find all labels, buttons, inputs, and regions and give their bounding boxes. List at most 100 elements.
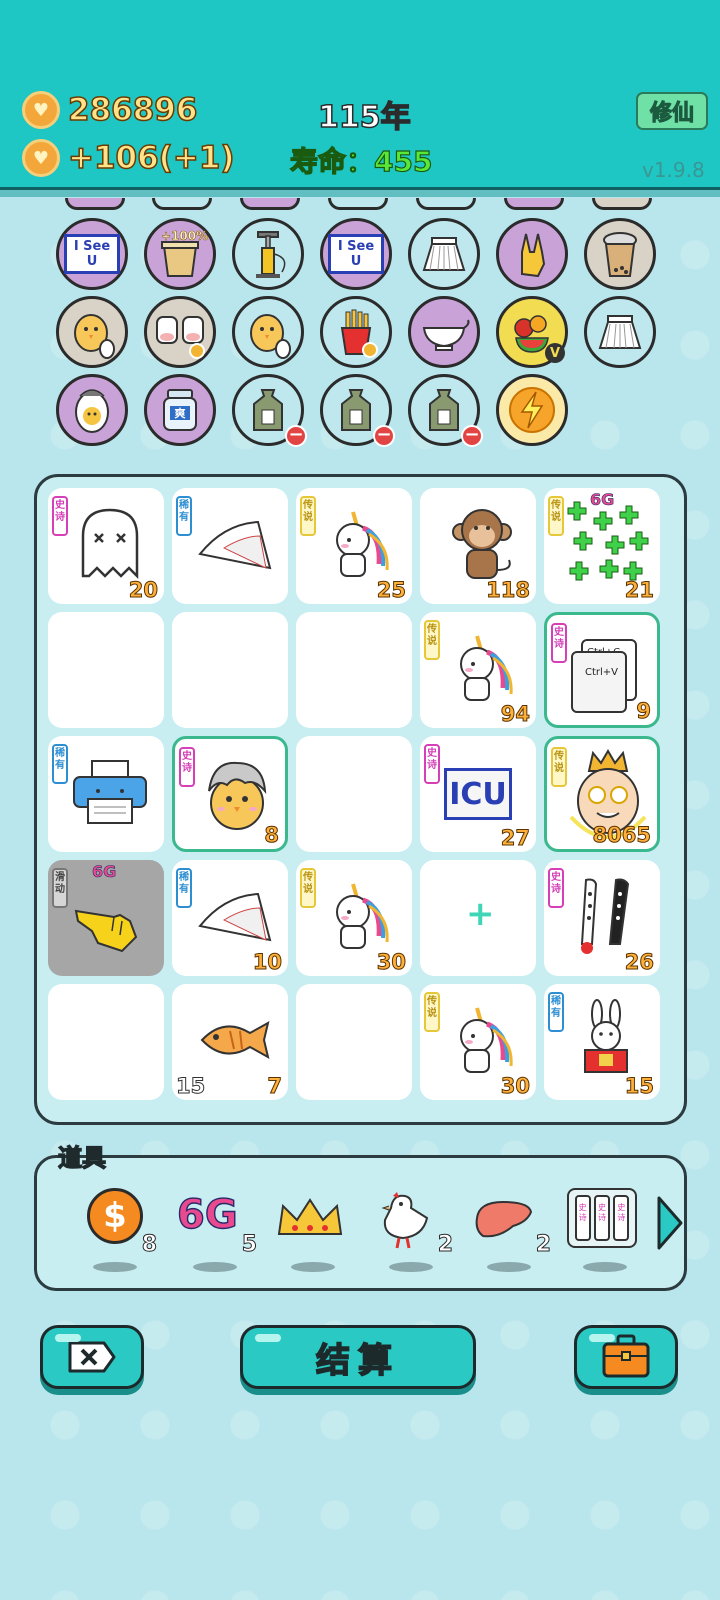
board-cell[interactable]: 传说 6G 21 [544,488,660,604]
board-cell-add[interactable]: + [420,860,536,976]
lifespan: 寿命：455 [289,144,433,178]
remove-badge[interactable]: − [461,425,483,447]
board-cell[interactable]: 传说 94 [420,612,536,728]
owned-item-gravy-boat[interactable] [408,296,480,368]
skirt-icon [422,237,466,271]
board-cell[interactable]: 稀有 [48,736,164,852]
prop-dollar-coin[interactable]: $ 8 [77,1188,158,1278]
bubble-tea-icon [603,232,637,277]
owned-item-iseeu[interactable]: I See U [56,218,128,290]
owned-item-egg-face[interactable] [56,374,128,446]
owned-item-trash-bag-3[interactable]: − [408,374,483,447]
pigeon-icon [381,1192,429,1249]
settle-button[interactable]: 结算 [240,1325,476,1389]
item-count: 10 [252,950,282,975]
close-button[interactable] [40,1325,144,1389]
jar-label: 爽 [175,406,186,420]
owned-item-jar[interactable]: 爽 [144,374,216,446]
pump-icon [256,231,286,278]
board-cell-empty[interactable] [296,736,412,852]
board-cell[interactable]: 稀有 [172,488,288,604]
owned-item-chick-egg[interactable] [56,296,128,368]
rarity-tag-legend: 传说 [300,496,316,536]
board-cell[interactable]: 史诗 26 [544,860,660,976]
year-counter: 115年 [317,99,411,136]
item-count: 20 [128,578,158,603]
board-cell-empty[interactable] [48,984,164,1100]
cow-twins-icon [156,316,205,359]
board-cell[interactable]: 史诗 20 [48,488,164,604]
board-cell[interactable]: 传说 30 [420,984,536,1100]
gravy-boat-icon [422,319,470,351]
props-bar: $ 8 6G 5 2 2 史诗 史诗 史诗 [34,1155,687,1291]
board-cell-empty[interactable] [296,612,412,728]
board-cell-empty[interactable] [172,612,288,728]
owned-item-skirt[interactable] [408,218,480,290]
item-count: 30 [500,1074,530,1099]
rarity-tag-epic: 史诗 [179,747,195,787]
board-cell[interactable]: 传说 30 [296,860,412,976]
board-cell-empty[interactable] [48,612,164,728]
prop-shadow [583,1262,627,1272]
owned-item-chick-egg-2[interactable] [232,296,304,368]
remove-badge[interactable]: − [373,425,395,447]
prop-shadow [93,1262,137,1272]
board-cell[interactable]: 15 7 [172,984,288,1100]
rock-hand-icon [521,233,546,278]
prop-shadow [291,1262,335,1272]
board-cell[interactable]: 稀有 15 [544,984,660,1100]
props-next-arrow[interactable] [655,1194,685,1252]
owned-item-rock-hand[interactable] [496,218,568,290]
card-tag: 史诗 [593,1195,610,1241]
rarity-tag-rare: 稀有 [52,744,68,784]
prop-liver[interactable]: 2 [471,1188,552,1278]
owned-items-strip[interactable]: I See U +100% I See U V 爽 − − − [0,200,720,450]
prop-count: 2 [437,1232,453,1258]
board-cell[interactable]: 稀有 10 [172,860,288,976]
icu-icon: ICU [444,768,512,820]
rarity-tag-legend: 传说 [424,620,440,660]
remove-badge[interactable]: − [285,425,307,447]
owned-item-cow-twins[interactable] [144,296,216,368]
fries-icon [340,309,378,358]
owned-item-skirt-2[interactable] [584,296,656,368]
board-cell-selected[interactable]: 史诗 Ctrl+C Ctrl+V 9 [544,612,660,728]
prop-6g[interactable]: 6G 5 [176,1188,258,1278]
owned-item-bubble-tea[interactable] [584,218,656,290]
board-cell[interactable]: 118 [420,488,536,604]
board-cell-swipe-hint[interactable]: 滑动 6G [48,860,164,976]
item-count: 8 [264,823,280,848]
owned-item-trash-bag-2[interactable]: − [320,374,395,447]
button-highlight [55,1334,81,1342]
board-cell[interactable]: 史诗 ICU 27 [420,736,536,852]
heart-coin-icon: ♥ [22,139,60,177]
board-cell-selected[interactable]: 传说 8065 [544,736,660,852]
i-see-u-icon: I See U [64,234,120,274]
chick-egg-icon [74,314,115,359]
owned-item-fruit-plate[interactable]: V [496,296,568,368]
board-cell[interactable]: 传说 25 [296,488,412,604]
prop-triple-card[interactable]: 史诗 史诗 史诗 [567,1188,647,1278]
rarity-tag-rare: 稀有 [176,868,192,908]
prop-pigeon[interactable]: 2 [373,1188,454,1278]
rarity-tag-epic: 史诗 [424,744,440,784]
xiuxian-button[interactable]: 修仙 [636,92,708,130]
unicorn-icon [460,635,513,701]
owned-item-bucket[interactable]: +100% [144,218,216,290]
board-cell-empty[interactable] [296,984,412,1100]
owned-item-trash-bag[interactable]: − [232,374,307,447]
rarity-tag-epic: 史诗 [548,868,564,908]
item-count: 25 [376,578,406,603]
owned-item-pump[interactable] [232,218,304,290]
bag-button[interactable] [574,1325,678,1389]
item-count: 27 [500,826,530,851]
owned-item-fries[interactable] [320,296,392,368]
item-count: 9 [636,699,652,724]
triple-card-icon: 史诗 史诗 史诗 [567,1188,637,1248]
popsicles-icon [580,878,630,954]
prop-crown[interactable] [275,1188,355,1278]
board-cell-selected[interactable]: 史诗 8 [172,736,288,852]
owned-item-lightning[interactable] [496,374,568,446]
prop-count: 5 [241,1232,257,1258]
owned-item-iseeu-2[interactable]: I See U [320,218,392,290]
